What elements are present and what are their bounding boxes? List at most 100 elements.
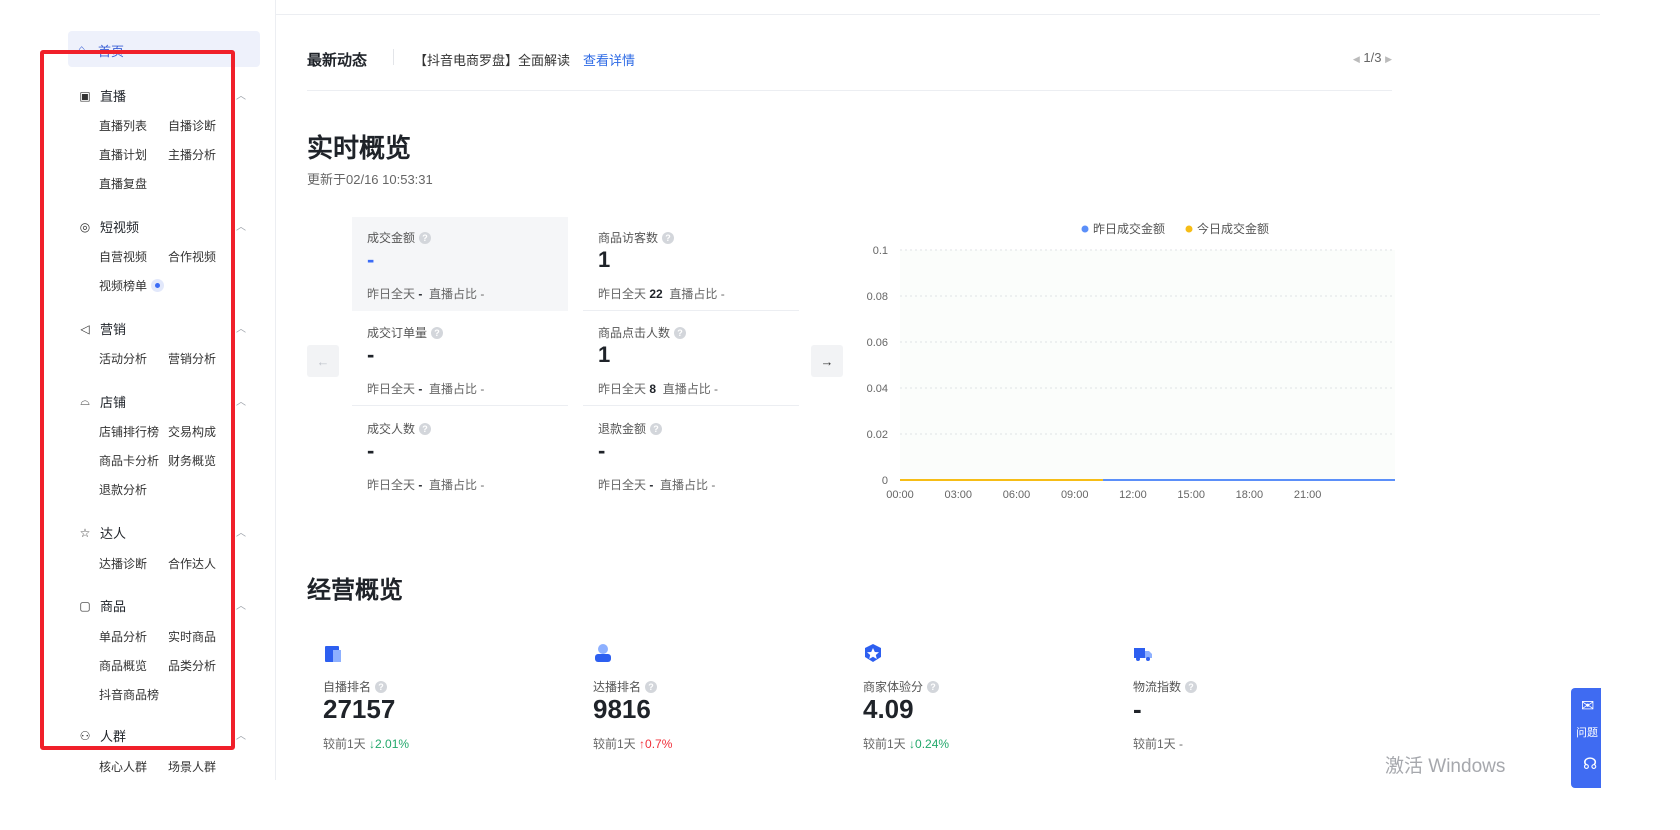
- sidebar-item-product-overview[interactable]: 商品概览: [99, 657, 147, 674]
- sidebar-group-video[interactable]: ◎ 短视频 ︿: [78, 217, 246, 236]
- metric-card[interactable]: 商品点击人数? 1 昨日全天 8 直播占比 -: [583, 312, 799, 406]
- metric-foot-share: 直播占比 -: [660, 478, 716, 492]
- business-foot: 较前1天 ↓2.01%: [323, 735, 409, 752]
- y-tick-label: 0.08: [867, 291, 888, 303]
- metric-label-text: 成交人数: [367, 422, 416, 436]
- headset-icon: ☊: [1583, 756, 1598, 773]
- metric-card[interactable]: 成交订单量? - 昨日全天 - 直播占比 -: [352, 312, 568, 406]
- business-label-text: 自播排名: [323, 680, 372, 694]
- news-title: 最新动态: [307, 52, 368, 69]
- help-icon[interactable]: ?: [1185, 680, 1198, 693]
- metric-card[interactable]: 商品访客数? 1 昨日全天 22 直播占比 -: [583, 217, 799, 311]
- x-tick-label: 00:00: [886, 489, 914, 501]
- metric-label-text: 退款金额: [598, 422, 647, 436]
- sidebar-item-trade-composition[interactable]: 交易构成: [168, 423, 216, 440]
- metric-foot: 昨日全天 - 直播占比 -: [598, 476, 715, 493]
- business-label-text: 商家体验分: [863, 680, 924, 694]
- metric-label: 商品访客数?: [598, 229, 675, 246]
- business-card[interactable]: 商家体验分? 4.09 较前1天 ↓0.24%: [847, 640, 1097, 751]
- people-icon: ⚇: [79, 728, 91, 743]
- sidebar-group-audience[interactable]: ⚇ 人群 ︿: [78, 726, 246, 745]
- sidebar-item-core-audience[interactable]: 核心人群: [99, 758, 147, 775]
- chevron-up-icon: ︿: [236, 397, 246, 408]
- legend-marker: [1185, 225, 1193, 233]
- help-icon[interactable]: ?: [419, 231, 432, 244]
- chevron-up-icon: ︿: [236, 324, 246, 335]
- sidebar-group-live[interactable]: ▣ 直播 ︿: [78, 86, 246, 105]
- metric-card[interactable]: 成交人数? - 昨日全天 - 直播占比 -: [352, 408, 568, 502]
- sidebar-item-anchor-analysis[interactable]: 主播分析: [168, 146, 216, 163]
- help-icon[interactable]: ?: [650, 422, 663, 435]
- sidebar-item-product-card[interactable]: 商品卡分析: [99, 452, 159, 469]
- sidebar-item-live-plan[interactable]: 直播计划: [99, 146, 147, 163]
- metrics-next-button[interactable]: →: [811, 345, 843, 377]
- business-value: 9816: [593, 694, 651, 724]
- metric-foot-prefix: 昨日全天: [598, 287, 647, 301]
- help-icon[interactable]: ?: [375, 680, 388, 693]
- sidebar-item-single-product[interactable]: 单品分析: [99, 628, 147, 645]
- help-icon[interactable]: ?: [431, 326, 444, 339]
- sidebar-item-coop-influencer[interactable]: 合作达人: [168, 555, 216, 572]
- sidebar-group-influencer[interactable]: ☆ 达人 ︿: [78, 523, 246, 542]
- business-label: 自播排名?: [323, 678, 388, 695]
- help-icon[interactable]: ?: [662, 231, 675, 244]
- sidebar-item-self-diagnosis[interactable]: 自播诊断: [168, 117, 216, 134]
- sidebar-item-category-analysis[interactable]: 品类分析: [168, 657, 216, 674]
- metric-card[interactable]: 成交金额? - 昨日全天 - 直播占比 -: [352, 217, 568, 311]
- metric-label-text: 商品访客数: [598, 231, 659, 245]
- sidebar-item-realtime-product[interactable]: 实时商品: [168, 628, 216, 645]
- sidebar-item-store-rank[interactable]: 店铺排行榜: [99, 423, 159, 440]
- sidebar-item-refund[interactable]: 退款分析: [99, 481, 147, 498]
- sidebar-group-marketing[interactable]: ◁ 营销 ︿: [78, 319, 246, 338]
- prev-arrow-icon[interactable]: ◀: [1353, 54, 1360, 64]
- business-label: 商家体验分?: [863, 678, 940, 695]
- metrics-prev-button[interactable]: ←: [307, 345, 339, 377]
- sidebar-item-own-video[interactable]: 自营视频: [99, 248, 147, 265]
- sidebar-item-activity-analysis[interactable]: 活动分析: [99, 350, 147, 367]
- metric-card[interactable]: 退款金额? - 昨日全天 - 直播占比 -: [583, 408, 799, 502]
- sidebar-group-label: 达人: [100, 526, 127, 541]
- metric-value: -: [367, 438, 375, 463]
- chevron-up-icon: ︿: [236, 731, 246, 742]
- sidebar-item-home[interactable]: ⌂ 首页: [68, 31, 260, 67]
- sidebar-item-live-list[interactable]: 直播列表: [99, 117, 147, 134]
- sidebar: ⌂ 首页 ▣ 直播 ︿ 直播列表 自播诊断 直播计划 主播分析 直播复盘 ◎ 短…: [0, 0, 276, 780]
- realtime-line-chart: 0 0.02 0.04 0.06 0.08 0.1 00:00 03:00 06:00 09:00…: [867, 221, 1395, 501]
- business-value: 4.09: [863, 694, 914, 724]
- sidebar-item-douyin-rank[interactable]: 抖音商品榜: [99, 686, 159, 703]
- help-icon[interactable]: ?: [927, 680, 940, 693]
- business-card[interactable]: 自播排名? 27157 较前1天 ↓2.01%: [307, 640, 557, 752]
- y-tick-label: 0.1: [873, 245, 888, 257]
- metric-foot-share: 直播占比 -: [429, 287, 485, 301]
- sidebar-item-marketing-analysis[interactable]: 营销分析: [168, 350, 216, 367]
- help-icon[interactable]: ?: [674, 326, 687, 339]
- sidebar-item-coop-video[interactable]: 合作视频: [168, 248, 216, 265]
- business-card[interactable]: 达播排名? 9816 较前1天 ↑0.7%: [577, 640, 827, 751]
- metric-label: 成交金额?: [367, 229, 432, 246]
- x-tick-label: 18:00: [1236, 489, 1264, 501]
- metric-label: 退款金额?: [598, 420, 663, 437]
- news-text[interactable]: 【抖音电商罗盘】全面解读: [414, 50, 570, 69]
- sidebar-item-scene-audience[interactable]: 场景人群: [168, 758, 216, 775]
- sidebar-item-live-review[interactable]: 直播复盘: [99, 175, 147, 192]
- metric-foot-share: 直播占比 -: [669, 287, 725, 301]
- sidebar-group-product[interactable]: ▢ 商品 ︿: [78, 596, 246, 615]
- next-arrow-icon[interactable]: ▶: [1385, 54, 1392, 64]
- sidebar-item-influencer-diagnosis[interactable]: 达播诊断: [99, 555, 147, 572]
- help-icon[interactable]: ?: [419, 422, 432, 435]
- metric-foot-value: -: [418, 382, 423, 396]
- x-tick-label: 15:00: [1177, 489, 1205, 501]
- metric-label: 商品点击人数?: [598, 324, 687, 341]
- feedback-float-button[interactable]: ✉ 问题 ☊: [1571, 688, 1601, 788]
- business-foot-text: 较前1天: [323, 737, 366, 751]
- business-card[interactable]: 物流指数? - 较前1天 -: [1117, 640, 1367, 751]
- sidebar-group-store[interactable]: ⌓ 店铺 ︿: [78, 392, 246, 411]
- sidebar-item-finance[interactable]: 财务概览: [168, 452, 216, 469]
- news-detail-link[interactable]: 查看详情: [583, 50, 635, 69]
- x-tick-label: 12:00: [1119, 489, 1147, 501]
- store-icon: ⌓: [80, 394, 90, 408]
- help-icon[interactable]: ?: [645, 680, 658, 693]
- metric-value: 1: [598, 247, 611, 272]
- metric-label-text: 成交金额: [367, 231, 416, 245]
- sidebar-item-video-rank[interactable]: 视频榜单: [99, 277, 165, 294]
